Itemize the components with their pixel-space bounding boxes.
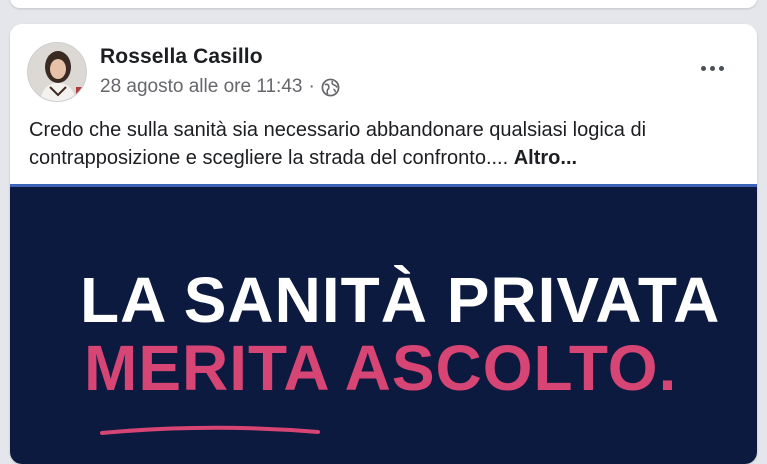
post-timestamp[interactable]: 28 agosto alle ore 11:43 xyxy=(100,76,302,98)
post-card: Rossella Casillo 28 agosto alle ore 11:4… xyxy=(10,24,757,464)
more-options-dot xyxy=(718,65,724,71)
meta-separator: · xyxy=(308,76,315,97)
more-options-dot xyxy=(709,65,715,71)
previous-post-card-edge xyxy=(10,0,757,8)
more-options-button[interactable] xyxy=(692,54,732,82)
post-meta: 28 agosto alle ore 11:43 · xyxy=(100,76,340,98)
graphic-underline-stroke xyxy=(100,425,320,435)
post-image[interactable]: LA SANITÀ PRIVATA MERITA ASCOLTO. xyxy=(10,184,757,464)
author-name[interactable]: Rossella Casillo xyxy=(100,45,263,69)
post-text: Credo che sulla sanità sia necessario ab… xyxy=(29,116,749,172)
avatar-photo xyxy=(28,43,86,101)
graphic-headline-line1: LA SANITÀ PRIVATA xyxy=(80,264,721,336)
graphic-headline-line2: MERITA ASCOLTO. xyxy=(84,332,678,404)
avatar[interactable] xyxy=(27,42,87,102)
globe-icon[interactable] xyxy=(321,78,340,97)
more-options-icon xyxy=(700,65,706,71)
see-more-link[interactable]: Altro... xyxy=(514,147,577,169)
